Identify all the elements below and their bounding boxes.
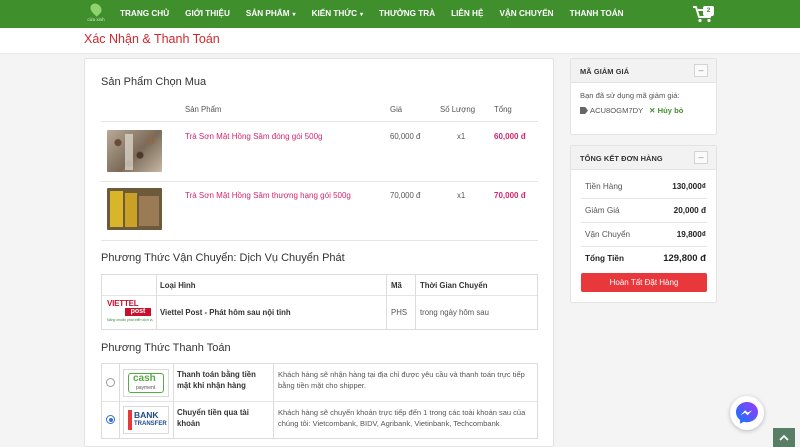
shipping-time: trong ngày hôm sau xyxy=(420,308,489,317)
divider xyxy=(101,181,538,182)
site-logo[interactable]: cửa xinh xyxy=(86,1,106,25)
payment-radio-bank[interactable] xyxy=(106,415,115,424)
place-order-button[interactable]: Hoàn Tất Đặt Hàng xyxy=(581,273,707,292)
divider xyxy=(386,275,387,329)
payment-method-desc: Khách hàng sẽ chuyển khoản trực tiếp đến… xyxy=(278,408,526,428)
summary-panel-header: TỔNG KẾT ĐƠN HÀNG – xyxy=(571,146,716,170)
divider xyxy=(102,295,537,296)
divider xyxy=(102,401,537,402)
chevron-down-icon: ▾ xyxy=(292,12,296,18)
remove-coupon-button[interactable]: ✕ Hủy bỏ xyxy=(649,106,683,115)
product-price: 70,000 đ xyxy=(390,191,421,200)
order-summary-panel: TỔNG KẾT ĐƠN HÀNG – Tiền Hàng 130,000₫ Gi… xyxy=(570,145,717,303)
bank-transfer-logo: BANK TRANSFER xyxy=(123,406,169,434)
product-image[interactable] xyxy=(107,188,162,230)
coupon-message: Bạn đã sử dụng mã giảm giá: xyxy=(580,91,680,100)
divider xyxy=(156,275,157,329)
summary-panel-title: TỔNG KẾT ĐƠN HÀNG xyxy=(580,154,663,163)
chevron-up-icon xyxy=(779,434,789,441)
col-header-time: Thời Gian Chuyển xyxy=(420,281,488,290)
menu-item-tea[interactable]: THƯỞNG TRÀ xyxy=(371,0,443,28)
cart-button[interactable]: 2 xyxy=(692,5,716,23)
checkout-card: Sản Phẩm Chọn Mua Sản Phẩm Giá Số Lượng … xyxy=(84,58,554,447)
payment-section-title: Phương Thức Thanh Toán xyxy=(101,342,231,354)
coupon-code: ACU8OGM7DY xyxy=(590,106,644,115)
leaf-icon xyxy=(88,1,104,17)
summary-row-shipping: Vận Chuyển 19,800₫ xyxy=(585,230,706,239)
tag-icon xyxy=(580,107,588,114)
divider xyxy=(273,364,274,438)
menu-item-home[interactable]: TRANG CHỦ xyxy=(112,0,177,28)
page-title: Xác Nhận & Thanh Toán xyxy=(84,32,220,46)
col-header-total: Tổng xyxy=(494,105,512,114)
payment-method-name: Thanh toán bằng tiền mặt khi nhận hàng xyxy=(177,370,256,390)
divider xyxy=(119,364,120,438)
menu-item-about[interactable]: GIỚI THIỆU xyxy=(177,0,238,28)
menu-item-products[interactable]: SẢN PHẨM ▾ xyxy=(238,0,304,28)
logo-text: cửa xinh xyxy=(87,17,105,22)
payment-table: cash payment Thanh toán bằng tiền mặt kh… xyxy=(101,363,538,439)
product-name-link[interactable]: Trà Sơn Mật Hồng Sâm thượng hạng gói 500… xyxy=(185,191,351,200)
top-nav: cửa xinh TRANG CHỦ GIỚI THIỆU SẢN PHẨM ▾ … xyxy=(0,0,800,28)
divider xyxy=(173,364,174,438)
menu-item-knowledge[interactable]: KIẾN THỨC ▾ xyxy=(304,0,371,28)
divider xyxy=(101,240,538,241)
scroll-to-top-button[interactable] xyxy=(773,428,795,447)
package-shape xyxy=(110,191,123,227)
close-icon: ✕ xyxy=(649,106,656,115)
payment-method-desc: Khách hàng sẽ nhận hàng tại địa chỉ được… xyxy=(278,370,525,390)
coupon-panel-header: MÃ GIẢM GIÁ – xyxy=(571,59,716,83)
product-qty: x1 xyxy=(457,132,466,141)
col-header-type: Loại Hình xyxy=(160,281,196,290)
divider xyxy=(581,246,707,247)
product-image[interactable] xyxy=(107,130,162,172)
package-shape xyxy=(125,134,133,170)
shipping-section-title: Phương Thức Vận Chuyển: Dịch Vụ Chuyển P… xyxy=(101,252,345,264)
col-header-price: Giá xyxy=(390,105,403,114)
coupon-code-row: ACU8OGM7DY ✕ Hủy bỏ xyxy=(580,106,683,115)
divider xyxy=(101,121,538,122)
tea-leaves xyxy=(139,196,159,226)
payment-radio-cash[interactable] xyxy=(106,378,115,387)
divider xyxy=(581,222,707,223)
cash-payment-logo: cash payment xyxy=(123,369,169,397)
coupon-panel: MÃ GIẢM GIÁ – Bạn đã sử dụng mã giảm giá… xyxy=(570,58,717,135)
package-shape xyxy=(125,193,137,227)
summary-row-total: Tổng Tiền 129,800 đ xyxy=(585,253,706,264)
product-name-link[interactable]: Trà Sơn Mật Hồng Sâm đóng gói 500g xyxy=(185,132,322,141)
product-price: 60,000 đ xyxy=(390,132,421,141)
divider xyxy=(581,198,707,199)
summary-row-discount: Giảm Giá 20,000 đ xyxy=(585,206,706,215)
menu-item-contact[interactable]: LIÊN HỆ xyxy=(443,0,491,28)
col-header-qty: Số Lượng xyxy=(440,105,476,114)
chevron-down-icon: ▾ xyxy=(360,12,364,18)
product-total: 60,000 đ xyxy=(494,132,526,141)
product-qty: x1 xyxy=(457,191,466,200)
messenger-icon xyxy=(736,402,758,424)
collapse-button[interactable]: – xyxy=(694,64,708,77)
shipping-type: Viettel Post - Phát hôm sau nội tỉnh xyxy=(160,308,291,317)
products-section-title: Sản Phẩm Chọn Mua xyxy=(101,76,207,88)
divider xyxy=(415,275,416,329)
shipping-code: PHS xyxy=(391,308,408,317)
coupon-panel-title: MÃ GIẢM GIÁ xyxy=(580,67,630,76)
col-header-code: Mã xyxy=(391,281,402,290)
summary-row-subtotal: Tiền Hàng 130,000₫ xyxy=(585,182,706,191)
main-menu: TRANG CHỦ GIỚI THIỆU SẢN PHẨM ▾ KIẾN THỨC… xyxy=(112,0,632,28)
shipping-table: Loại Hình Mã Thời Gian Chuyển VIETTEL po… xyxy=(101,274,538,330)
menu-item-payment[interactable]: THANH TOÁN xyxy=(562,0,632,28)
col-header-product: Sản Phẩm xyxy=(185,105,222,114)
cart-count-badge: 2 xyxy=(703,6,714,16)
menu-item-shipping[interactable]: VẬN CHUYỂN xyxy=(491,0,561,28)
collapse-button[interactable]: – xyxy=(694,151,708,164)
viettel-post-logo: VIETTEL post Nâng chuẩn phát triển dịch … xyxy=(107,299,153,322)
product-total: 70,000 đ xyxy=(494,191,526,200)
messenger-chat-button[interactable] xyxy=(730,396,764,430)
payment-method-name: Chuyển tiền qua tài khoản xyxy=(177,408,249,428)
